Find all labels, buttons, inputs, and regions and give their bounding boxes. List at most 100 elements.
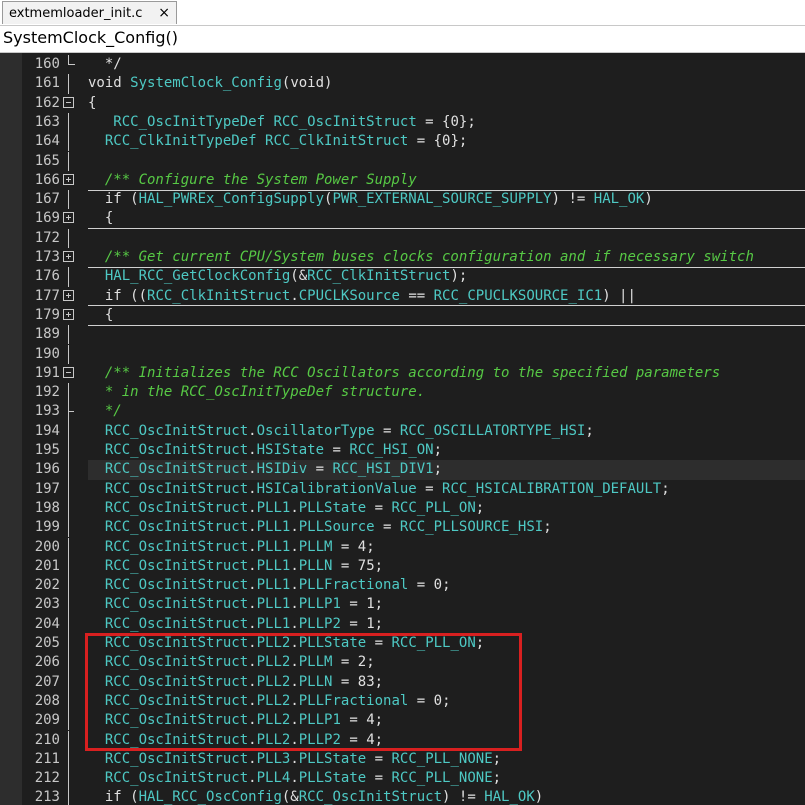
code-token: RCC_OscInitTypeDef bbox=[113, 113, 266, 130]
fold-expand-icon[interactable] bbox=[63, 212, 74, 224]
code-line-176[interactable]: 176 HAL_RCC_GetClockConfig(&RCC_ClkInitS… bbox=[0, 267, 805, 287]
code-line-197[interactable]: 197 RCC_OscInitStruct.HSICalibrationValu… bbox=[0, 479, 805, 499]
code-token: RCC_OscInitStruct bbox=[104, 422, 249, 439]
code-line-198[interactable]: 198 RCC_OscInitStruct.PLL1.PLLState = RC… bbox=[0, 498, 805, 519]
code-token: RCC_OscInitStruct bbox=[104, 519, 249, 536]
code-line-194[interactable]: 194 RCC_OscInitStruct.OscillatorType = R… bbox=[0, 421, 805, 441]
code-line-163[interactable]: 163 RCC_OscInitTypeDef RCC_OscInitStruct… bbox=[0, 112, 805, 133]
code-line-173[interactable]: 173 /** Get current CPU/System buses clo… bbox=[0, 248, 805, 267]
code-line-166[interactable]: 166 /** Configure the System Power Suppl… bbox=[0, 171, 805, 190]
code-token: 75 bbox=[357, 557, 375, 574]
code-token: ); bbox=[450, 268, 468, 285]
code-line-169[interactable]: 169 { bbox=[0, 209, 805, 228]
code-line-160[interactable]: 160 */ bbox=[0, 55, 805, 74]
code-line-179[interactable]: 179 { bbox=[0, 306, 805, 325]
close-icon[interactable]: × bbox=[158, 5, 170, 21]
code-line-165[interactable]: 165 bbox=[0, 151, 805, 171]
fold-guide-line bbox=[68, 576, 69, 596]
line-number: 199 bbox=[34, 519, 60, 536]
code-token: RCC_PLL_NONE bbox=[391, 750, 493, 767]
fold-expand-icon[interactable] bbox=[63, 289, 74, 301]
line-number: 160 bbox=[34, 56, 60, 72]
code-token: 4 bbox=[357, 538, 367, 555]
code-token: = bbox=[366, 499, 392, 516]
line-number: 206 bbox=[34, 654, 60, 671]
function-navigation-bar[interactable]: SystemClock_Config() bbox=[0, 26, 805, 53]
comment-token: */ bbox=[88, 403, 122, 420]
code-line-172[interactable]: 172 bbox=[0, 228, 805, 248]
line-number: 210 bbox=[34, 731, 60, 748]
line-number: 191 bbox=[34, 364, 60, 381]
line-number: 193 bbox=[34, 403, 60, 420]
fold-guide-line bbox=[68, 614, 69, 634]
code-token: RCC_HSICALIBRATION_DEFAULT bbox=[442, 480, 662, 497]
code-line-199[interactable]: 199 RCC_OscInitStruct.PLL1.PLLSource = R… bbox=[0, 518, 805, 538]
code-token: . bbox=[290, 596, 299, 613]
code-token: RCC_OscInitStruct bbox=[104, 596, 249, 613]
code-token: PLL3 bbox=[256, 750, 291, 767]
code-token: }; bbox=[450, 133, 468, 150]
code-token: . bbox=[290, 499, 299, 516]
code-token: RCC_OscInitStruct bbox=[104, 480, 249, 497]
code-token: PLL1 bbox=[256, 557, 291, 574]
code-token: = { bbox=[408, 133, 443, 150]
code-text: RCC_OscInitStruct.HSIState = RCC_HSI_ON; bbox=[88, 441, 442, 460]
code-line-204[interactable]: 204 RCC_OscInitStruct.PLL1.PLLP2 = 1; bbox=[0, 614, 805, 634]
code-line-191[interactable]: 191 /** Initializes the RCC Oscillators … bbox=[0, 364, 805, 383]
code-token: { bbox=[88, 94, 97, 111]
code-line-195[interactable]: 195 RCC_OscInitStruct.HSIState = RCC_HSI… bbox=[0, 441, 805, 461]
code-line-193[interactable]: 193 */ bbox=[0, 402, 805, 422]
code-line-213[interactable]: 213 if (HAL_RCC_OscConfig(&RCC_OscInitSt… bbox=[0, 788, 805, 805]
code-text: RCC_OscInitStruct.HSICalibrationValue = … bbox=[88, 480, 670, 499]
code-line-212[interactable]: 212 RCC_OscInitStruct.PLL4.PLLState = RC… bbox=[0, 769, 805, 789]
line-number: 164 bbox=[34, 133, 60, 150]
code-token: PLL1 bbox=[256, 519, 291, 536]
fold-expand-icon[interactable] bbox=[63, 251, 74, 262]
code-line-167[interactable]: 167 if (HAL_PWREx_ConfigSupply(PWR_EXTER… bbox=[0, 190, 805, 210]
code-line-202[interactable]: 202 RCC_OscInitStruct.PLL1.PLLFractional… bbox=[0, 576, 805, 596]
code-text: RCC_OscInitStruct.OscillatorType = RCC_O… bbox=[88, 422, 594, 441]
code-line-164[interactable]: 164 RCC_ClkInitTypeDef RCC_ClkInitStruct… bbox=[0, 132, 805, 152]
code-line-192[interactable]: 192 * in the RCC_OscInitTypeDef structur… bbox=[0, 383, 805, 403]
comment-token: /** Get current CPU/System buses clocks … bbox=[88, 249, 754, 265]
code-line-161[interactable]: 161 void SystemClock_Config(void) bbox=[0, 74, 805, 94]
code-text: RCC_OscInitStruct.PLL1.PLLSource = RCC_P… bbox=[88, 518, 552, 537]
code-token: ; bbox=[543, 519, 552, 536]
fold-expand-icon[interactable] bbox=[63, 308, 74, 320]
code-token: 0 bbox=[433, 577, 443, 594]
fold-collapse-icon[interactable] bbox=[63, 366, 74, 378]
code-text: */ bbox=[88, 55, 122, 74]
code-line-211[interactable]: 211 RCC_OscInitStruct.PLL3.PLLState = RC… bbox=[0, 749, 805, 770]
code-token: RCC_OscInitStruct bbox=[104, 750, 249, 767]
fold-expand-icon[interactable] bbox=[63, 173, 74, 185]
folded-region-separator bbox=[88, 189, 805, 191]
code-line-196[interactable]: 196 RCC_OscInitStruct.HSIDiv = RCC_HSI_D… bbox=[0, 460, 805, 480]
code-editor[interactable]: 160 */161 void SystemClock_Config(void) 16… bbox=[0, 53, 805, 805]
code-token: ) || bbox=[602, 287, 636, 304]
line-number: 161 bbox=[34, 75, 60, 92]
code-text: RCC_OscInitStruct.PLL1.PLLP1 = 1; bbox=[88, 595, 383, 614]
code-token: . bbox=[290, 770, 299, 787]
code-text: if (HAL_PWREx_ConfigSupply(PWR_EXTERNAL_… bbox=[88, 190, 653, 209]
code-token: PLL1 bbox=[256, 499, 291, 516]
code-token: RCC_OscInitStruct bbox=[104, 615, 249, 632]
code-token: PLLState bbox=[298, 750, 367, 767]
code-line-200[interactable]: 200 RCC_OscInitStruct.PLL1.PLLM = 4; bbox=[0, 537, 805, 557]
code-token: . bbox=[248, 461, 257, 478]
code-line-201[interactable]: 201 RCC_OscInitStruct.PLL1.PLLN = 75; bbox=[0, 556, 805, 577]
code-token: SystemClock_Config bbox=[130, 75, 282, 92]
file-tab[interactable]: extmemloader_init.c × bbox=[2, 1, 177, 24]
code-token: }; bbox=[458, 113, 476, 130]
fold-collapse-icon[interactable] bbox=[63, 96, 74, 108]
fold-guide-line bbox=[68, 672, 69, 692]
code-line-189[interactable]: 189 bbox=[0, 325, 805, 345]
code-line-177[interactable]: 177 if ((RCC_ClkInitStruct.CPUCLKSource … bbox=[0, 287, 805, 306]
code-line-203[interactable]: 203 RCC_OscInitStruct.PLL1.PLLP1 = 1; bbox=[0, 595, 805, 615]
code-line-162[interactable]: 162 { bbox=[0, 94, 805, 113]
code-line-190[interactable]: 190 bbox=[0, 344, 805, 364]
